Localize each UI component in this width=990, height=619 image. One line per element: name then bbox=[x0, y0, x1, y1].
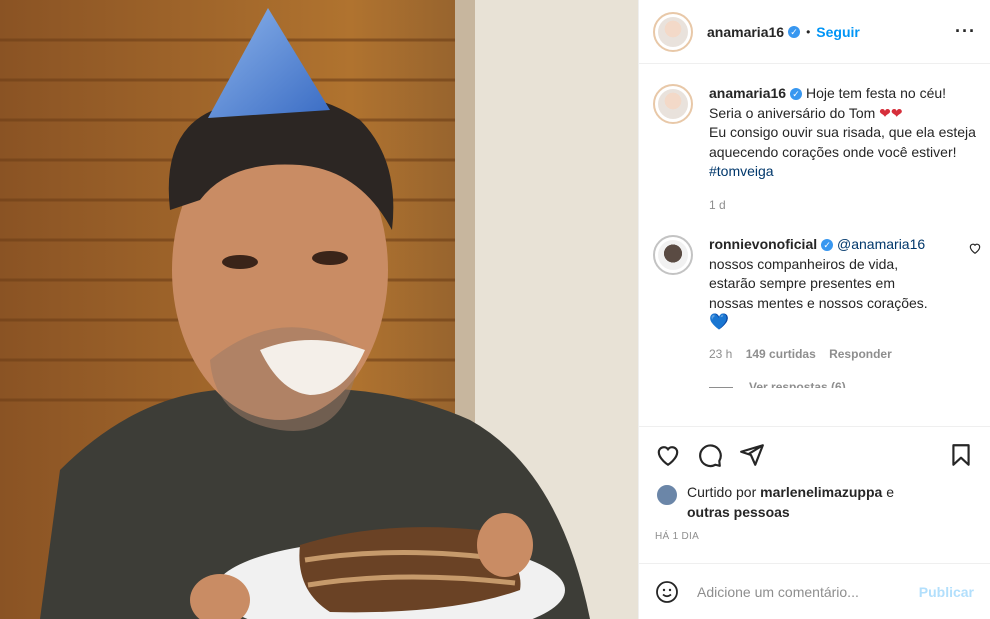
liker-avatar[interactable] bbox=[655, 483, 679, 507]
comment-row: ronnievonoficial ✓ @anamaria16 nossos com… bbox=[639, 235, 990, 388]
likes-summary: Curtido por marlenelimazuppa e outras pe… bbox=[655, 482, 978, 522]
mention-link[interactable]: @anamaria16 bbox=[837, 236, 925, 252]
caption-line-3: Eu consigo ouvir sua risada, que ela est… bbox=[709, 124, 976, 160]
like-heart-icon[interactable] bbox=[655, 442, 681, 468]
caption-row: anamaria16 ✓ Hoje tem festa no céu! Seria… bbox=[639, 84, 990, 215]
commenter-avatar[interactable] bbox=[653, 235, 693, 275]
avatar-image bbox=[658, 89, 688, 119]
comment-likes[interactable]: 149 curtidas bbox=[746, 347, 816, 361]
others-link[interactable]: outras pessoas bbox=[687, 504, 790, 520]
verified-badge-icon: ✓ bbox=[821, 239, 834, 252]
post-image[interactable] bbox=[0, 0, 638, 619]
avatar-image bbox=[658, 240, 688, 270]
caption-time: 1 d bbox=[709, 197, 726, 212]
comment-input[interactable] bbox=[695, 582, 919, 601]
hashtag-link[interactable]: #tomveiga bbox=[709, 163, 774, 179]
replies-line bbox=[709, 387, 733, 388]
add-comment-bar: Publicar bbox=[639, 563, 990, 619]
comment-meta: 23 h 149 curtidas Responder bbox=[709, 345, 939, 365]
like-comment-heart-icon[interactable] bbox=[968, 241, 982, 255]
caption-line-1: Hoje tem festa no céu! bbox=[805, 85, 947, 101]
comment-body: nossos companheiros de vida, estarão sem… bbox=[709, 255, 928, 311]
comment-bubble-icon[interactable] bbox=[697, 442, 723, 468]
caption-line-2: Seria o aniversário do Tom bbox=[709, 104, 876, 121]
follow-button[interactable]: Seguir bbox=[816, 24, 860, 40]
comments-area[interactable]: anamaria16 ✓ Hoje tem festa no céu! Seria… bbox=[639, 64, 990, 426]
more-options-icon[interactable]: ··· bbox=[955, 21, 976, 42]
caption-username[interactable]: anamaria16 bbox=[709, 85, 786, 101]
blue-heart-emoji-icon: 💙 bbox=[709, 314, 729, 331]
action-bar bbox=[639, 426, 990, 482]
author-avatar[interactable] bbox=[653, 11, 693, 52]
comment-time: 23 h bbox=[709, 346, 733, 361]
comment-text: ronnievonoficial ✓ @anamaria16 nossos com… bbox=[709, 235, 939, 388]
view-replies-label[interactable]: Ver respostas (6) bbox=[749, 380, 846, 388]
post-timestamp[interactable]: HÁ 1 DIA bbox=[655, 531, 699, 542]
author-username[interactable]: anamaria16 bbox=[707, 24, 784, 40]
likes-conjunction: e bbox=[886, 484, 894, 500]
avatar-image bbox=[658, 16, 688, 47]
reply-button[interactable]: Responder bbox=[829, 347, 892, 361]
share-paper-plane-icon[interactable] bbox=[739, 442, 765, 468]
red-heart-emoji-icon: ❤❤ bbox=[879, 104, 903, 121]
likes-text: Curtido por marlenelimazuppa e outras pe… bbox=[687, 482, 894, 522]
caption-avatar[interactable] bbox=[653, 84, 693, 124]
post-header: anamaria16 ✓ • Seguir ··· bbox=[639, 0, 990, 64]
liker-username[interactable]: marlenelimazuppa bbox=[760, 484, 882, 500]
liked-by-prefix: Curtido por bbox=[687, 484, 757, 500]
caption-text: anamaria16 ✓ Hoje tem festa no céu! Seria… bbox=[709, 84, 976, 215]
view-replies[interactable]: Ver respostas (6) bbox=[709, 378, 939, 388]
verified-badge-icon: ✓ bbox=[790, 88, 803, 101]
save-bookmark-icon[interactable] bbox=[948, 442, 974, 468]
instagram-post: anamaria16 ✓ • Seguir ··· anamaria16 ✓ Ho… bbox=[0, 0, 990, 619]
emoji-smiley-icon[interactable] bbox=[655, 580, 679, 604]
commenter-username[interactable]: ronnievonoficial bbox=[709, 236, 817, 252]
post-sidebar: anamaria16 ✓ • Seguir ··· anamaria16 ✓ Ho… bbox=[638, 0, 990, 619]
photo-man-party-hat bbox=[0, 0, 638, 619]
verified-badge-icon: ✓ bbox=[788, 25, 801, 38]
separator-dot: • bbox=[806, 24, 811, 39]
publish-button[interactable]: Publicar bbox=[919, 584, 974, 600]
